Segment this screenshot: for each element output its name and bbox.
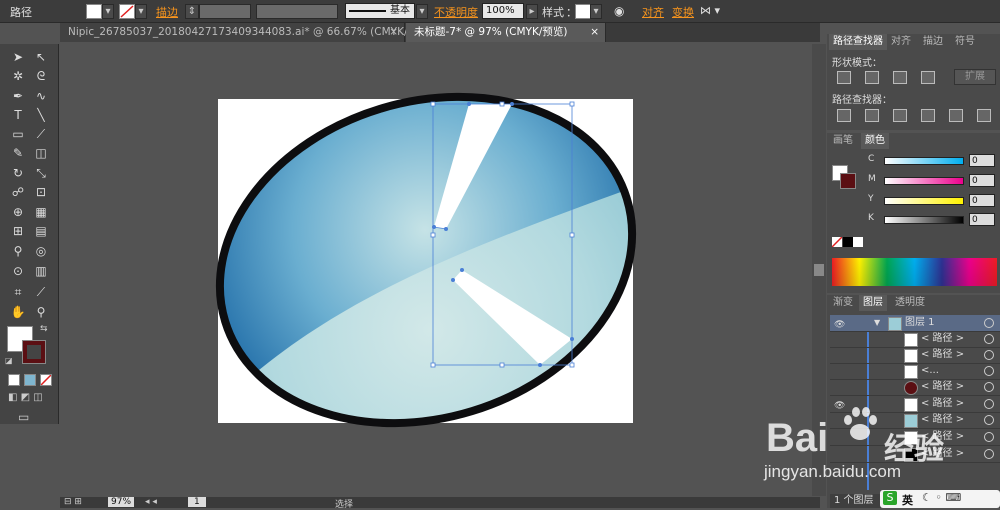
- crop-icon[interactable]: [921, 109, 935, 122]
- target-icon[interactable]: [984, 350, 994, 360]
- target-icon[interactable]: [984, 399, 994, 409]
- slider-track[interactable]: [884, 177, 964, 185]
- slider-track[interactable]: [884, 157, 964, 165]
- minus-back-icon[interactable]: [977, 109, 991, 122]
- selection-status: 选择: [335, 500, 354, 510]
- watermark-url: jingyan.baidu.com: [764, 462, 902, 481]
- minus-front-icon[interactable]: [865, 71, 879, 84]
- shape-modes-label: 形状模式：: [832, 58, 882, 69]
- target-icon[interactable]: [984, 366, 994, 376]
- ime-icons[interactable]: ☾ ◦ ⌨: [922, 491, 961, 504]
- target-icon[interactable]: [984, 449, 994, 459]
- slider-track[interactable]: [884, 216, 964, 224]
- intersect-icon[interactable]: [893, 71, 907, 84]
- watermark-brand: Bai: [766, 416, 829, 460]
- target-icon[interactable]: [984, 415, 994, 425]
- tab-color[interactable]: 颜色: [861, 133, 889, 149]
- sogou-icon: S: [883, 491, 897, 505]
- tab-layers[interactable]: 图层: [859, 295, 887, 311]
- scroll-thumb[interactable]: [814, 264, 824, 276]
- layer-row[interactable]: 👁 ▼ 图层 1: [830, 315, 1000, 332]
- tab-gradient[interactable]: 渐变: [829, 295, 857, 311]
- expand-triangle-icon[interactable]: ▼: [874, 315, 880, 331]
- channel-label: K: [868, 213, 874, 223]
- item-thumbnail: [904, 349, 918, 363]
- artboard-nav-icon[interactable]: ⊟ ⊞: [64, 497, 82, 507]
- none-swatch-icon[interactable]: [831, 236, 843, 248]
- channel-value-input[interactable]: 0: [969, 213, 995, 226]
- layer-count: 1 个图层: [834, 495, 874, 506]
- panel-stroke-box[interactable]: [840, 173, 856, 189]
- nav-arrows-icon[interactable]: ◂ ◂: [145, 497, 157, 507]
- target-icon[interactable]: [984, 334, 994, 344]
- tab-brushes[interactable]: 画笔: [829, 133, 857, 149]
- divide-icon[interactable]: [837, 109, 851, 122]
- outline-icon[interactable]: [949, 109, 963, 122]
- layer-thumbnail: [888, 317, 902, 331]
- layer-item-row[interactable]: < 路径 >: [830, 331, 1000, 348]
- white-swatch[interactable]: [853, 237, 863, 247]
- channel-value-input[interactable]: 0: [969, 174, 995, 187]
- slider-track[interactable]: [884, 197, 964, 205]
- merge-icon[interactable]: [893, 109, 907, 122]
- exclude-icon[interactable]: [921, 71, 935, 84]
- ime-toolbar[interactable]: S 英 ☾ ◦ ⌨: [880, 490, 1000, 508]
- item-thumbnail: [904, 365, 918, 379]
- ime-mode[interactable]: 英: [902, 492, 913, 508]
- unite-icon[interactable]: [837, 71, 851, 84]
- expand-button[interactable]: 扩展: [954, 69, 996, 85]
- page-field[interactable]: 1: [188, 497, 206, 507]
- tab-transparency[interactable]: 透明度: [891, 295, 929, 311]
- pathfinders-label: 路径查找器：: [832, 95, 892, 106]
- black-swatch[interactable]: [843, 237, 853, 247]
- color-spectrum[interactable]: [832, 258, 997, 286]
- layer-item-row[interactable]: <...: [830, 363, 1000, 380]
- item-name: < 路径 >: [921, 333, 965, 344]
- channel-label: M: [868, 174, 876, 184]
- item-thumbnail: [904, 381, 918, 395]
- target-icon[interactable]: [984, 382, 994, 392]
- baidu-watermark: Bai 经验 jingyan.baidu.com: [760, 400, 960, 490]
- trim-icon[interactable]: [865, 109, 879, 122]
- channel-label: C: [868, 154, 875, 164]
- layer-item-row[interactable]: < 路径 >: [830, 379, 1000, 396]
- layer-name: 图层 1: [905, 317, 935, 328]
- none-slash: [831, 236, 843, 248]
- item-name: < 路径 >: [921, 349, 965, 360]
- zoom-field[interactable]: 97%: [108, 497, 135, 507]
- status-bar: ⊟ ⊞ 97% ◂ ◂ 1 选择: [60, 497, 820, 510]
- item-name: <...: [921, 365, 939, 376]
- target-icon[interactable]: [984, 318, 994, 328]
- item-thumbnail: [904, 333, 918, 347]
- channel-label: Y: [868, 194, 874, 204]
- channel-value-input[interactable]: 0: [969, 194, 995, 207]
- channel-value-input[interactable]: 0: [969, 154, 995, 167]
- pathfinder-panel: 路径查找器 对齐 描边 符号 形状模式： 扩展 路径查找器：: [827, 34, 1000, 130]
- target-icon[interactable]: [984, 432, 994, 442]
- tab-symbols[interactable]: 符号: [951, 34, 979, 50]
- item-name: < 路径 >: [921, 381, 965, 392]
- paw-icon: [844, 407, 877, 440]
- layer-item-row[interactable]: < 路径 >: [830, 347, 1000, 364]
- tab-stroke[interactable]: 描边: [919, 34, 947, 50]
- tab-pathfinder[interactable]: 路径查找器: [829, 34, 887, 50]
- tab-align[interactable]: 对齐: [887, 34, 915, 50]
